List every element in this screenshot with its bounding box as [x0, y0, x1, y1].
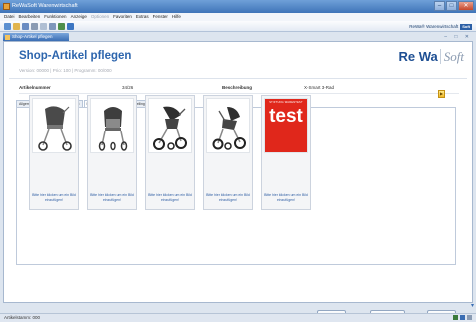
page-title: Shop-Artikel pflegen: [19, 50, 132, 62]
image-slot-caption[interactable]: Bitte hier klicken um ein Bild einzufüge…: [206, 193, 250, 202]
help-icon[interactable]: [67, 23, 74, 30]
status-ok-icon: [453, 315, 458, 320]
image-slot-caption[interactable]: Bitte hier klicken um ein Bild einzufüge…: [264, 193, 308, 202]
menu-bar: Datei Bearbeiten Funktionen Anzeige Opti…: [0, 13, 476, 21]
image-slot-5[interactable]: STIFTUNG WARENTEST test Bitte hier klick…: [261, 95, 311, 210]
scroll-down-icon[interactable]: ▾: [471, 302, 474, 309]
article-number-value: 34/26: [122, 85, 134, 90]
new-icon[interactable]: [4, 23, 11, 30]
document-icon: [5, 34, 10, 40]
rewasoft-logo: Re Wa Soft: [399, 49, 464, 65]
image-slot-4[interactable]: Bitte hier klicken um ein Bild einzufüge…: [203, 95, 253, 210]
minimize-button[interactable]: –: [434, 1, 445, 11]
description-value: X-Smart 3-Rad: [304, 85, 335, 90]
menu-item-hilfe[interactable]: Hilfe: [172, 13, 181, 21]
brand-label: ReWa® Warenwirtschaft Soft: [409, 22, 472, 31]
image-slot-1[interactable]: Bitte hier klicken um ein Bild einzufüge…: [29, 95, 79, 210]
brand-name: ReWa® Warenwirtschaft: [409, 24, 459, 29]
menu-item-fenster[interactable]: Fenster: [153, 13, 168, 21]
menu-item-anzeige[interactable]: Anzeige: [71, 13, 87, 21]
maximize-button[interactable]: □: [446, 1, 457, 11]
menu-item-extras[interactable]: Extras: [136, 13, 149, 21]
app-window: ReWaSoft Warenwirtschaft – □ ✕ Datei Bea…: [0, 0, 476, 322]
status-text: Artikelstamm: 000: [4, 315, 41, 320]
page-subtitle: Version: 00000 | Prio: 100 | Programm: 0…: [19, 68, 112, 73]
image-slot-caption[interactable]: Bitte hier klicken um ein Bild einzufüge…: [148, 193, 192, 202]
stroller-side-image: [32, 98, 76, 153]
logo-rewa: Re Wa: [398, 49, 438, 64]
main-panel: Shop-Artikel pflegen Version: 00000 | Pr…: [3, 41, 473, 321]
menu-item-favoriten[interactable]: Favoriten: [113, 13, 132, 21]
article-number-label: Artikelnummer: [19, 85, 51, 90]
menu-item-bearbeiten[interactable]: Bearbeiten: [19, 13, 41, 21]
document-tab[interactable]: Shop-Artikel pflegen: [3, 33, 69, 41]
menu-item-datei[interactable]: Datei: [4, 13, 15, 21]
test-badge-text: test: [269, 106, 303, 127]
document-tab-label: Shop-Artikel pflegen: [12, 34, 53, 39]
status-icons: [453, 315, 472, 320]
window-controls: – □ ✕: [434, 1, 474, 11]
article-divider: [19, 93, 459, 94]
image-slot-caption[interactable]: Bitte hier klicken um ein Bild einzufüge…: [90, 193, 134, 202]
image-slot-2[interactable]: Bitte hier klicken um ein Bild einzufüge…: [87, 95, 137, 210]
stroller-angle-image: [206, 98, 250, 153]
app-icon: [3, 3, 10, 10]
logo-soft: Soft: [439, 49, 464, 64]
window-title: ReWaSoft Warenwirtschaft: [12, 3, 78, 9]
status-sync-icon: [460, 315, 465, 320]
description-label: Beschreibung: [222, 85, 253, 90]
title-bar: ReWaSoft Warenwirtschaft – □ ✕: [0, 0, 476, 13]
menu-item-funktionen[interactable]: Funktionen: [44, 13, 66, 21]
inner-window-controls[interactable]: – □ ✕: [444, 33, 472, 41]
save-icon[interactable]: [22, 23, 29, 30]
refresh-icon[interactable]: [58, 23, 65, 30]
settings-icon[interactable]: [49, 23, 56, 30]
stroller-front-image: [90, 98, 134, 153]
copy-icon[interactable]: [40, 23, 47, 30]
navigate-icon[interactable]: ▶: [438, 90, 445, 98]
menu-item-optionen[interactable]: Optionen: [91, 13, 109, 21]
open-icon[interactable]: [13, 23, 20, 30]
toolbar: ReWa® Warenwirtschaft Soft: [0, 21, 476, 32]
print-icon[interactable]: [31, 23, 38, 30]
brand-badge: Soft: [460, 23, 472, 30]
image-slot-3[interactable]: Bitte hier klicken um ein Bild einzufüge…: [145, 95, 195, 210]
test-badge-image: STIFTUNG WARENTEST test: [264, 98, 308, 153]
image-slot-caption[interactable]: Bitte hier klicken um ein Bild einzufüge…: [32, 193, 76, 202]
stroller-rear-image: [148, 98, 192, 153]
close-button[interactable]: ✕: [458, 1, 474, 11]
header-divider: [9, 78, 467, 79]
status-user-icon: [467, 315, 472, 320]
status-bar: Artikelstamm: 000: [0, 313, 476, 322]
